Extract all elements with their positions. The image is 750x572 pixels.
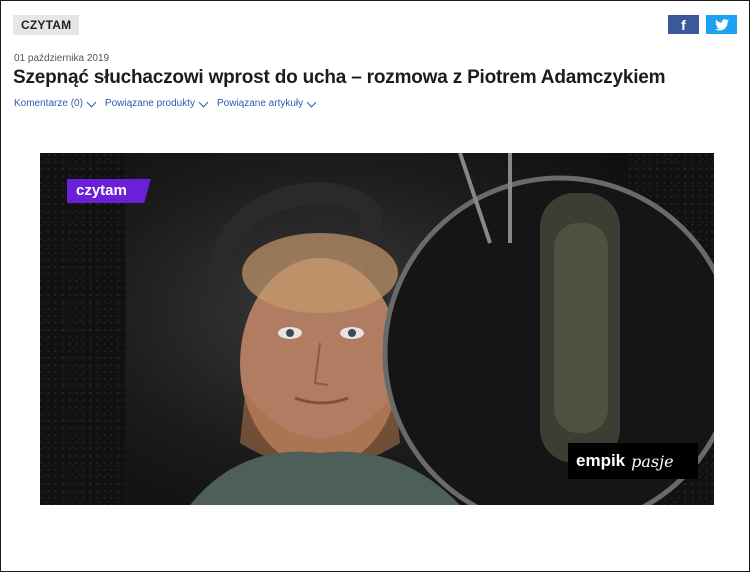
related-products-link[interactable]: Powiązane produkty (104, 97, 209, 109)
comments-link-label: Komentarze (0) (14, 98, 83, 109)
related-articles-link[interactable]: Powiązane artykuły (216, 97, 317, 109)
chevron-down-icon (306, 97, 317, 107)
chevron-down-icon (198, 97, 209, 107)
social-share: f (668, 15, 737, 34)
page-frame: CZYTAM f 01 października 2019 Szepnąć sł… (0, 0, 750, 572)
article-title: Szepnąć słuchaczowi wprost do ucha – roz… (13, 67, 666, 88)
hero-image: czytam empik pasje (40, 153, 714, 505)
facebook-share-button[interactable]: f (668, 15, 699, 34)
comments-link[interactable]: Komentarze (0) (14, 97, 97, 109)
twitter-icon (714, 18, 729, 31)
czytam-badge: czytam (67, 179, 151, 203)
category-tag[interactable]: CZYTAM (13, 15, 80, 35)
facebook-icon: f (681, 16, 686, 33)
article-date: 01 października 2019 (14, 53, 110, 64)
empik-pasje-logo: empik pasje (568, 443, 698, 479)
article-links: Komentarze (0) Powiązane produkty Powiąz… (14, 97, 317, 109)
related-articles-link-label: Powiązane artykuły (216, 98, 304, 109)
twitter-share-button[interactable] (706, 15, 737, 34)
chevron-down-icon (86, 97, 97, 107)
related-products-link-label: Powiązane produkty (104, 98, 195, 109)
